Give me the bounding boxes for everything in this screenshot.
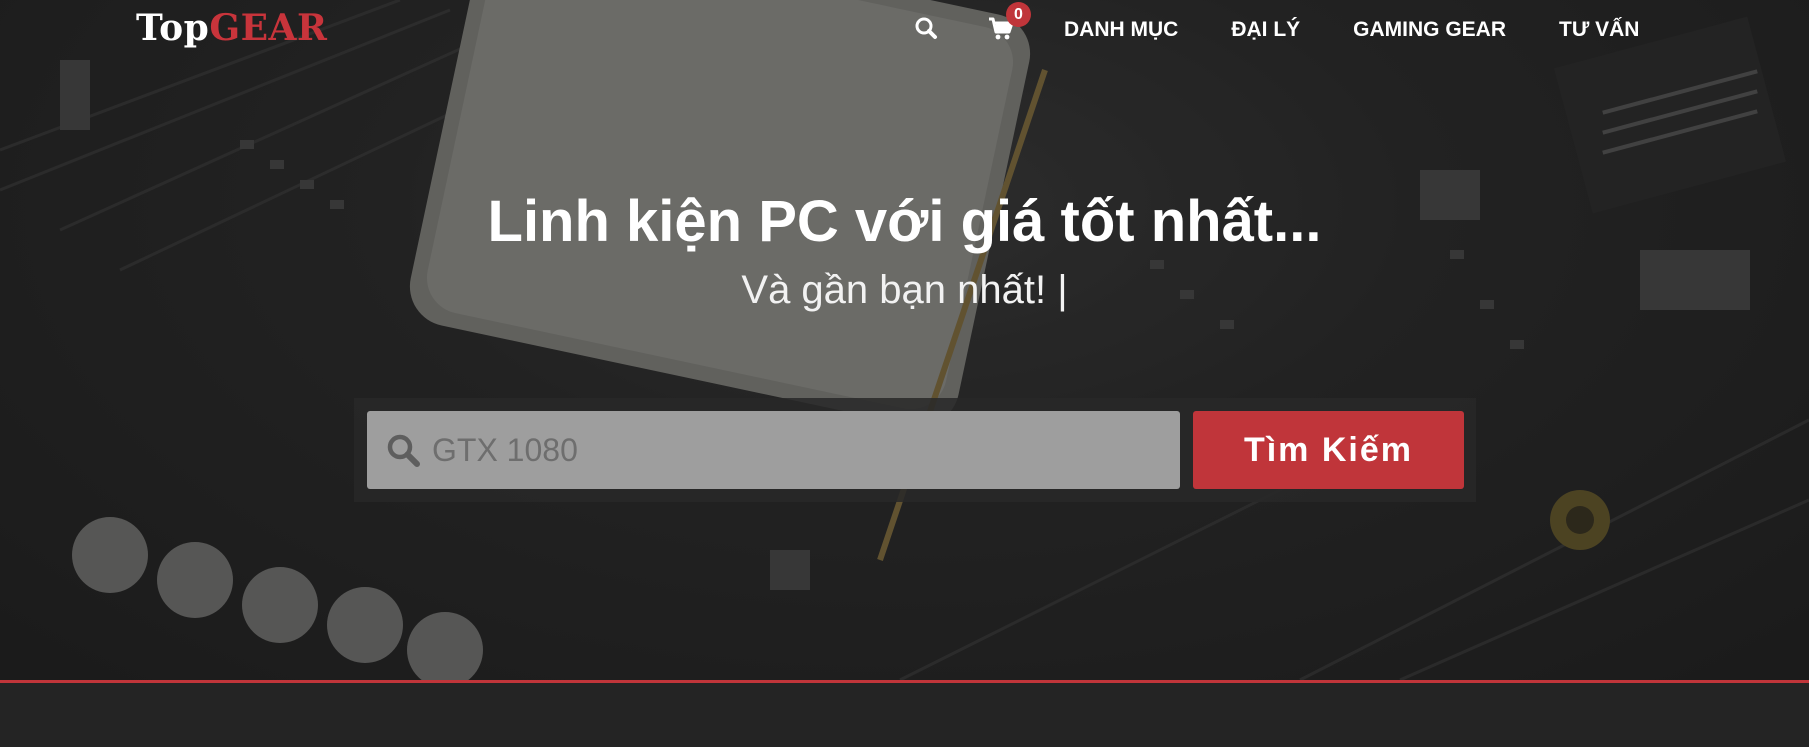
search-button[interactable]: Tìm Kiếm [1193, 411, 1464, 489]
hero-overlay [0, 0, 1809, 680]
site-logo[interactable]: TopGEAR [136, 6, 327, 50]
main-nav: DANH MỤC ĐẠI LÝ GAMING GEAR TƯ VẤN [1064, 16, 1639, 44]
hero-subheadline: Và gần bạn nhất! | [741, 268, 1068, 312]
cart-count-badge: 0 [1006, 2, 1031, 27]
nav-link-danh-muc[interactable]: DANH MỤC [1064, 16, 1178, 44]
nav-link-gaming-gear[interactable]: GAMING GEAR [1353, 16, 1506, 44]
search-field[interactable] [367, 411, 1180, 489]
hero-bottom-accent-line [0, 680, 1809, 683]
logo-gear-text: GEAR [209, 7, 328, 49]
search-icon[interactable] [912, 14, 940, 42]
search-field-icon [387, 434, 420, 467]
nav-link-dai-ly[interactable]: ĐẠI LÝ [1231, 16, 1300, 44]
logo-top-text: Top [136, 7, 210, 49]
nav-link-tu-van[interactable]: TƯ VẤN [1559, 16, 1639, 44]
hero-headline: Linh kiện PC với giá tốt nhất... [487, 189, 1322, 254]
hero-section [0, 0, 1809, 680]
search-input[interactable] [432, 411, 1162, 489]
